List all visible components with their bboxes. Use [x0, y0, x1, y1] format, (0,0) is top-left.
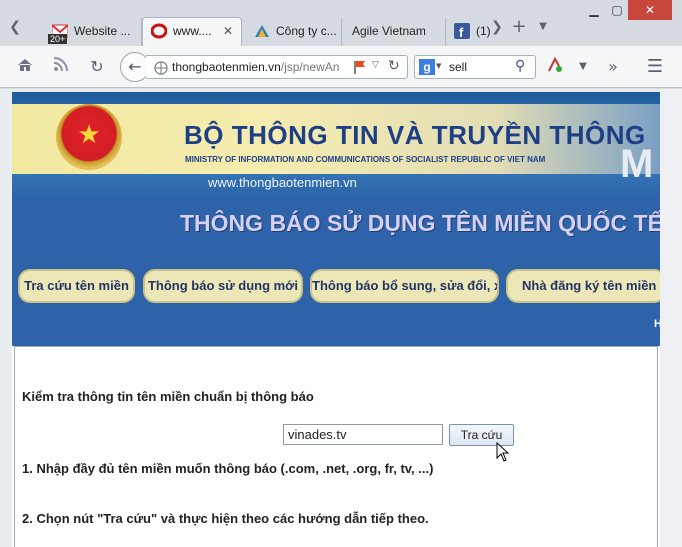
menu-icon[interactable]: ☰: [644, 56, 666, 78]
gmail-badge: 20+: [48, 34, 68, 44]
rss-icon[interactable]: [50, 56, 72, 78]
instruction-step-1: 1. Nhập đầy đủ tên miền muốn thông báo (…: [22, 461, 434, 476]
reload-icon[interactable]: ↻: [388, 58, 400, 74]
engine-dropdown-icon[interactable]: ▼: [436, 62, 441, 70]
maximize-icon[interactable]: ▢: [606, 0, 628, 20]
instruction-step-2: 2. Chọn nút "Tra cứu" và thực hiện theo …: [22, 511, 429, 526]
red-circle-icon: [150, 23, 168, 39]
globe-icon: [154, 60, 168, 79]
url-text: thongbaotenmien.vn/jsp/newAn: [172, 60, 350, 74]
sync-icon[interactable]: ↻: [86, 56, 108, 78]
addon-dropdown-icon[interactable]: ▼: [572, 56, 594, 78]
url-host: thongbaotenmien.vn: [172, 60, 281, 74]
dropdown-icon[interactable]: ▽: [372, 60, 379, 70]
domain-input[interactable]: [283, 424, 443, 445]
tab-strip: ❮ 20+ Website ... www.... ✕ Công ty c...…: [0, 0, 682, 46]
form-title: Kiểm tra thông tin tên miền chuẩn bị thô…: [22, 389, 314, 404]
home-icon[interactable]: [14, 56, 36, 78]
ministry-name-vn: BỘ THÔNG TIN VÀ TRUYỀN THÔNG: [184, 120, 646, 150]
flag-icon[interactable]: [352, 59, 368, 79]
tab-label: Website ...: [74, 24, 131, 38]
tab-scroll-left-icon[interactable]: ❮: [6, 18, 24, 36]
overflow-chevron-icon[interactable]: »: [602, 56, 624, 78]
site-banner: ★ BỘ THÔNG TIN VÀ TRUYỀN THÔNG MINISTRY …: [12, 92, 660, 196]
tab-label: www....: [173, 24, 212, 38]
google-icon[interactable]: g: [419, 59, 435, 75]
tab-cong-ty[interactable]: Công ty c...: [246, 18, 342, 46]
new-tab-icon[interactable]: +: [510, 18, 528, 36]
facebook-icon: f: [454, 23, 470, 40]
browser-window: ❮ 20+ Website ... www.... ✕ Công ty c...…: [0, 0, 682, 547]
addon-icon[interactable]: [544, 56, 566, 78]
page-viewport: ★ BỘ THÔNG TIN VÀ TRUYỀN THÔNG MINISTRY …: [0, 89, 682, 547]
nav-registrar[interactable]: Nhà đăng ký tên miền q: [506, 269, 660, 303]
tab-facebook[interactable]: f (1): [446, 18, 491, 46]
url-path: /jsp/newAn: [280, 60, 340, 74]
national-emblem-icon: ★: [56, 104, 122, 170]
navigation-toolbar: ↻ ← thongbaotenmien.vn/jsp/newAn ▽ ↻ g ▼…: [0, 46, 682, 88]
tab-label: Agile Vietnam: [352, 24, 426, 38]
tab-list-icon[interactable]: ▼: [534, 18, 552, 36]
minimize-icon[interactable]: ▁: [582, 0, 606, 20]
tab-scroll-right-icon[interactable]: ❯: [488, 18, 506, 36]
search-icon[interactable]: ⚲: [515, 58, 525, 74]
address-bar[interactable]: thongbaotenmien.vn/jsp/newAn ▽ ↻: [146, 55, 408, 79]
tab-active[interactable]: www.... ✕: [142, 17, 242, 46]
triangle-logo-icon: [254, 23, 270, 39]
lookup-panel: Kiểm tra thông tin tên miền chuẩn bị thô…: [14, 346, 658, 547]
tab-gmail[interactable]: 20+ Website ...: [44, 18, 142, 46]
banner-letter: M: [620, 142, 654, 186]
tab-agile-vietnam[interactable]: Agile Vietnam: [342, 18, 446, 46]
web-page: ★ BỘ THÔNG TIN VÀ TRUYỀN THÔNG MINISTRY …: [12, 92, 660, 547]
search-input[interactable]: sell: [449, 60, 467, 74]
close-window-icon[interactable]: ✕: [628, 0, 672, 20]
mouse-pointer-icon: [496, 442, 510, 462]
nav-new-notice[interactable]: Thông báo sử dụng mới: [143, 269, 303, 303]
search-box[interactable]: g ▼ sell ⚲: [414, 55, 536, 79]
svg-text:f: f: [459, 25, 464, 39]
nav-lookup-domain[interactable]: Tra cứu tên miền: [18, 269, 135, 303]
ministry-name-en: MINISTRY OF INFORMATION AND COMMUNICATIO…: [185, 155, 546, 164]
tab-label: Công ty c...: [276, 24, 337, 38]
close-tab-icon[interactable]: ✕: [223, 24, 233, 38]
nav-amend-notice[interactable]: Thông báo bổ sung, sửa đổi, xóa: [310, 269, 499, 303]
page-heading: THÔNG BÁO SỬ DỤNG TÊN MIỀN QUỐC TẾ: [180, 210, 660, 236]
vertical-scrollbar[interactable]: [660, 89, 682, 547]
site-url: www.thongbaotenmien.vn: [208, 175, 357, 190]
